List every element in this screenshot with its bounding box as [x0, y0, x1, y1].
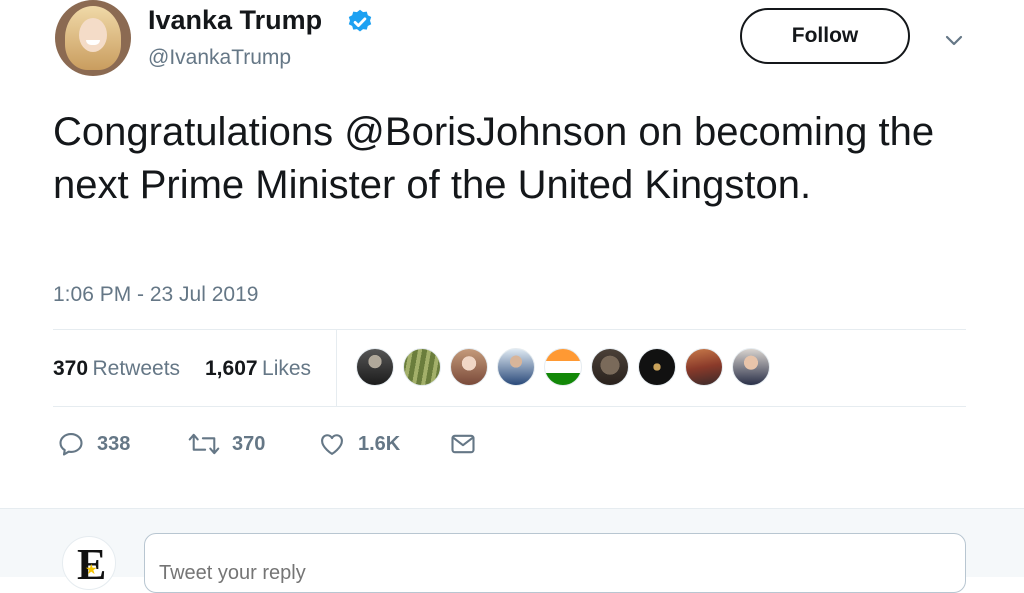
avatar-face — [79, 18, 107, 52]
heart-icon — [321, 434, 343, 455]
liker-avatar[interactable] — [544, 348, 582, 386]
liker-avatar[interactable] — [638, 348, 676, 386]
reply-input[interactable] — [144, 533, 966, 593]
divider-bottom — [53, 406, 966, 407]
reply-count: 338 — [97, 432, 131, 455]
author-name[interactable]: Ivanka Trump — [148, 5, 322, 36]
liker-avatar[interactable] — [403, 348, 441, 386]
likes-stat-label: Likes — [262, 357, 312, 380]
liker-avatar[interactable] — [450, 348, 488, 386]
envelope-icon — [451, 434, 475, 454]
liker-avatar[interactable] — [591, 348, 629, 386]
retweets-stat-label: Retweets — [92, 357, 181, 380]
retweet-icon — [188, 433, 220, 455]
liker-avatar[interactable] — [356, 348, 394, 386]
verified-badge-icon — [348, 9, 372, 32]
like-action[interactable]: 1.6K — [318, 430, 400, 458]
current-user-avatar[interactable]: E ★ — [62, 536, 116, 590]
star-icon: ★ — [85, 561, 98, 577]
direct-message-action[interactable] — [449, 430, 477, 458]
reply-action[interactable]: 338 — [57, 430, 130, 458]
follow-button[interactable]: Follow — [740, 8, 910, 64]
retweet-action[interactable]: 370 — [188, 430, 265, 458]
liker-avatars — [356, 348, 770, 386]
chevron-down-icon[interactable] — [942, 28, 966, 52]
likes-stat[interactable]: 1,607 Likes — [205, 357, 311, 381]
retweets-stat[interactable]: 370 Retweets — [53, 357, 180, 381]
tweet-timestamp[interactable]: 1:06 PM - 23 Jul 2019 — [53, 283, 258, 307]
tweet-text: Congratulations @BorisJohnson on becomin… — [53, 110, 935, 207]
divider-top — [53, 329, 966, 330]
author-handle[interactable]: @IvankaTrump — [148, 46, 291, 70]
stats-separator — [336, 330, 337, 406]
author-avatar[interactable] — [55, 0, 131, 76]
like-count: 1.6K — [358, 432, 401, 455]
liker-avatar[interactable] — [685, 348, 723, 386]
retweet-count: 370 — [232, 432, 266, 455]
likes-stat-count: 1,607 — [205, 357, 258, 380]
liker-avatar[interactable] — [497, 348, 535, 386]
retweets-stat-count: 370 — [53, 357, 89, 380]
liker-avatar[interactable] — [732, 348, 770, 386]
reply-icon — [59, 433, 83, 456]
